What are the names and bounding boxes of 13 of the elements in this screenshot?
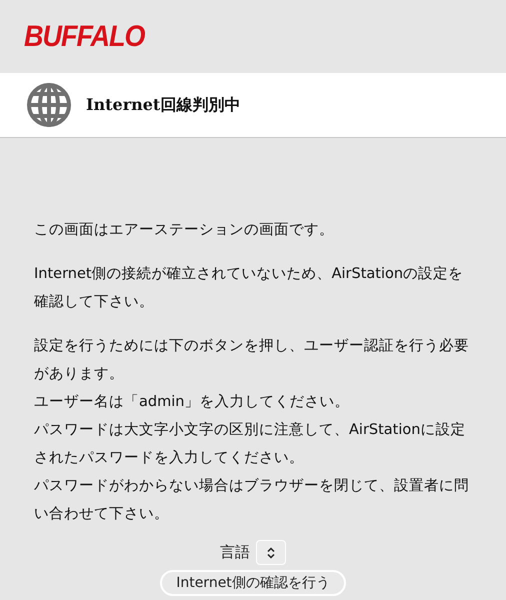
message-text: パスワードがわからない場合はブラウザーを閉じて、設置者に問い合わせて下さい。 (34, 477, 470, 524)
language-label: 言語 (220, 542, 250, 564)
message-text: パスワードは大文字小文字の区別に注意して、AirStationに設定されたパスワードを入力してください。 (34, 420, 466, 468)
message-text: 設定を行うためには下のボタンを押し、ユーザー認証を行う必要があります。 (34, 336, 470, 384)
check-internet-button[interactable]: Internet側の確認を行う (160, 570, 346, 596)
message-text: この画面はエアーステーションの画面です。 (34, 221, 335, 240)
globe-icon (26, 82, 72, 128)
message-text: Internet側の接続が確立されていないため、AirStationの設定を確認して下さい。 (34, 264, 464, 312)
language-select[interactable] (256, 540, 286, 565)
logo: BUFFALO (24, 18, 144, 55)
message-text: ユーザー名は「admin」を入力してください。 (34, 393, 350, 412)
up-down-icon (267, 546, 275, 558)
page-title: Internet回線判別中 (86, 94, 240, 116)
